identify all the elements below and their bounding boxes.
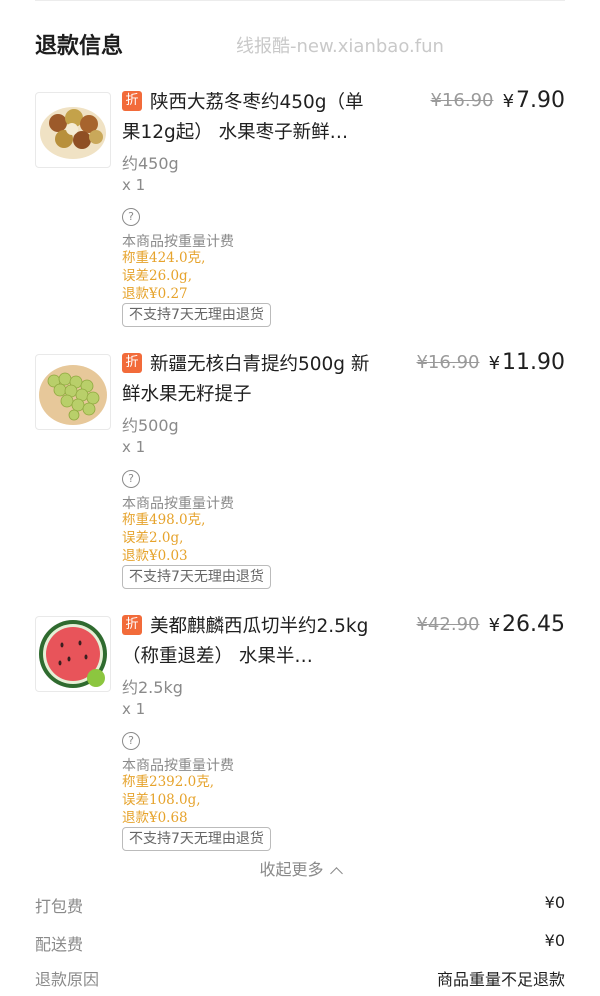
price-block: ¥16.90 ¥7.90 — [430, 88, 565, 113]
original-price: ¥42.90 — [416, 614, 480, 635]
page-title: 退款信息 — [35, 34, 124, 59]
product-spec: 约2.5kg — [122, 678, 183, 697]
top-divider — [35, 0, 565, 1]
weight-refund: 退款¥0.27 — [122, 286, 188, 302]
watermelon-image — [35, 616, 111, 692]
weight-billing-note: 本商品按重量计费 — [122, 234, 234, 250]
current-price: ¥26.45 — [489, 612, 565, 637]
weight-error: 误差108.0g, — [122, 792, 201, 808]
product-quantity: x 1 — [122, 700, 146, 718]
refund-item[interactable]: 折 新疆无核白青提约500g 新鲜水果无籽提子 ¥16.90 ¥11.90 约5… — [35, 350, 565, 590]
help-icon[interactable]: ? — [122, 470, 140, 488]
refund-item[interactable]: 折 陕西大荔冬枣约450g（单果12g起） 水果枣子新鲜… ¥16.90 ¥7.… — [35, 88, 565, 328]
current-price: ¥11.90 — [489, 350, 565, 375]
jujube-image — [35, 92, 111, 168]
help-icon[interactable]: ? — [122, 208, 140, 226]
weight-refund: 退款¥0.03 — [122, 548, 188, 564]
refund-reason-label: 退款原因 — [35, 970, 100, 989]
price-block: ¥42.90 ¥26.45 — [416, 612, 565, 637]
currency-symbol: ¥ — [488, 615, 501, 636]
weight-error: 误差2.0g, — [122, 530, 184, 546]
fee-row-packaging: 打包费 ¥0 — [35, 893, 565, 917]
product-spec: 约450g — [122, 154, 179, 173]
product-name[interactable]: 美都麒麟西瓜切半约2.5kg（称重退差） 水果半… — [122, 612, 382, 672]
original-price: ¥16.90 — [430, 90, 494, 111]
no-return-tag: 不支持7天无理由退货 — [122, 303, 271, 327]
refund-reason-value: 商品重量不足退款 — [436, 970, 565, 989]
no-return-tag: 不支持7天无理由退货 — [122, 827, 271, 851]
refund-item[interactable]: 折 美都麒麟西瓜切半约2.5kg（称重退差） 水果半… ¥42.90 ¥26.4… — [35, 612, 565, 852]
fee-row-delivery: 配送费 ¥0 — [35, 931, 565, 955]
currency-symbol: ¥ — [488, 353, 501, 374]
grape-image — [35, 354, 111, 430]
product-name[interactable]: 陕西大荔冬枣约450g（单果12g起） 水果枣子新鲜… — [122, 88, 382, 148]
product-quantity: x 1 — [122, 438, 146, 456]
fee-value: ¥0 — [544, 893, 565, 912]
fee-value: ¥0 — [544, 931, 565, 950]
current-price-value: 11.90 — [502, 350, 565, 375]
weight-error: 误差26.0g, — [122, 268, 192, 284]
current-price-value: 7.90 — [516, 88, 565, 113]
weighed-amount: 称重498.0克, — [122, 512, 206, 528]
product-spec: 约500g — [122, 416, 179, 435]
fee-label: 配送费 — [35, 935, 84, 954]
current-price-value: 26.45 — [502, 612, 565, 637]
current-price: ¥7.90 — [503, 88, 565, 113]
weight-billing-note: 本商品按重量计费 — [122, 758, 234, 774]
weight-billing-note: 本商品按重量计费 — [122, 496, 234, 512]
product-name[interactable]: 新疆无核白青提约500g 新鲜水果无籽提子 — [122, 350, 382, 410]
collapse-more-label: 收起更多 — [259, 860, 324, 879]
collapse-more-button[interactable]: 收起更多 — [0, 856, 600, 880]
weighed-amount: 称重2392.0克, — [122, 774, 215, 790]
original-price: ¥16.90 — [416, 352, 480, 373]
refund-reason-row: 退款原因 商品重量不足退款 — [35, 966, 565, 990]
price-block: ¥16.90 ¥11.90 — [416, 350, 565, 375]
help-icon[interactable]: ? — [122, 732, 140, 750]
chevron-up-icon — [329, 867, 343, 880]
weighed-amount: 称重424.0克, — [122, 250, 206, 266]
weight-refund: 退款¥0.68 — [122, 810, 188, 826]
product-quantity: x 1 — [122, 176, 146, 194]
fee-label: 打包费 — [35, 897, 84, 916]
watermark: 线报酷-new.xianbao.fun — [236, 36, 444, 57]
currency-symbol: ¥ — [502, 91, 515, 112]
no-return-tag: 不支持7天无理由退货 — [122, 565, 271, 589]
